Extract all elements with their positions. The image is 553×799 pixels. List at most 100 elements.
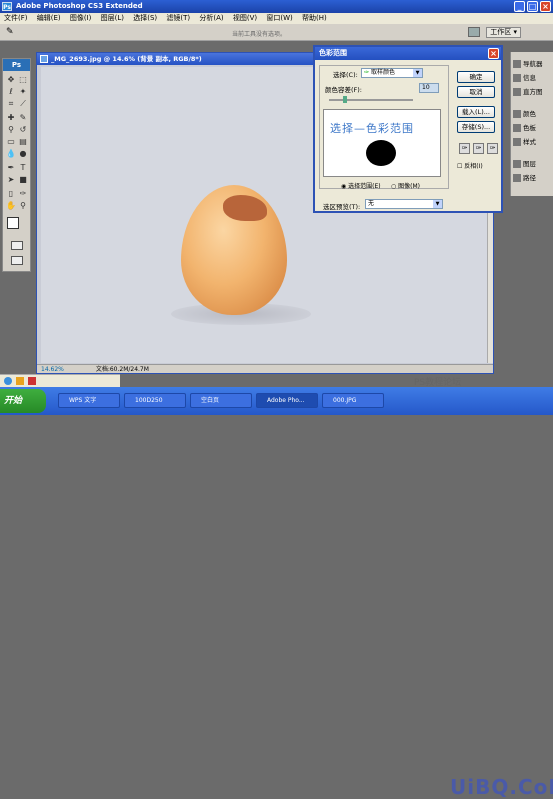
panel-layers[interactable]: 图层	[513, 158, 536, 168]
eraser-tool-icon[interactable]: ▭	[6, 137, 16, 147]
save-button[interactable]: 存储(S)...	[457, 121, 495, 133]
task-wps[interactable]: WPS 文字	[58, 393, 120, 408]
menu-analysis[interactable]: 分析(A)	[199, 14, 223, 22]
chevron-down-icon: ▼	[433, 200, 442, 208]
eyedropper-plus-icon[interactable]: ✑	[473, 143, 484, 154]
folder-icon[interactable]	[16, 377, 24, 385]
task-folder[interactable]: 100D250	[124, 393, 186, 408]
dialog-title: 色彩范围 ×	[315, 47, 501, 60]
menu-layer[interactable]: 图层(L)	[101, 14, 124, 22]
clone-stamp-tool-icon[interactable]: ⚲	[6, 125, 16, 135]
screen-mode-icon[interactable]	[11, 256, 23, 265]
menu-view[interactable]: 视图(V)	[233, 14, 257, 22]
panel-info[interactable]: 信息	[513, 72, 536, 82]
info-icon	[513, 74, 521, 82]
preview-overlay-text: 选择—色彩范围	[330, 122, 414, 135]
pen-tool-icon[interactable]: ✒	[6, 163, 16, 173]
workspace-button[interactable]: 工作区 ▾	[486, 27, 521, 38]
panel-paths[interactable]: 路径	[513, 172, 536, 182]
type-tool-icon[interactable]: T	[18, 163, 28, 173]
eyedropper-icon[interactable]: ✑	[459, 143, 470, 154]
selection-preview: 选择—色彩范围	[323, 109, 441, 177]
select-dropdown-value: 取样颜色	[370, 69, 395, 76]
move-tool-icon[interactable]: ✥	[6, 75, 16, 85]
start-button[interactable]: 开始	[0, 389, 46, 413]
ok-button[interactable]: 确定	[457, 71, 495, 83]
panel-swatches-label: 色板	[523, 124, 536, 132]
taskbar: 开始 WPS 文字 100D250 空白页 Adobe Pho... 000.J…	[0, 387, 553, 799]
menu-edit[interactable]: 编辑(E)	[37, 14, 61, 22]
selection-mask-shape	[366, 140, 396, 166]
maximize-button[interactable]: □	[527, 1, 538, 12]
title-bar: Ps Adobe Photoshop CS3 Extended _ □ ×	[0, 0, 553, 13]
shape-tool-icon[interactable]: ■	[18, 175, 28, 185]
panel-histogram[interactable]: 直方图	[513, 86, 543, 96]
crop-tool-icon[interactable]: ⌗	[6, 99, 16, 109]
panel-styles[interactable]: 样式	[513, 136, 536, 146]
paths-icon	[513, 174, 521, 182]
zoom-tool-icon[interactable]: ⚲	[18, 201, 28, 211]
brush-tool-icon[interactable]: ✎	[18, 113, 28, 123]
load-button[interactable]: 载入(L)...	[457, 106, 495, 118]
path-select-tool-icon[interactable]: ➤	[6, 175, 16, 185]
quick-mask-icon[interactable]	[11, 241, 23, 250]
lasso-tool-icon[interactable]: ℓ	[6, 87, 16, 97]
panel-dock: 导航器 信息 直方图 颜色 色板 样式 图层 路径	[510, 52, 553, 196]
hand-tool-icon[interactable]: ✋	[6, 201, 16, 211]
task-blank-page[interactable]: 空白页	[190, 393, 252, 408]
menu-window[interactable]: 窗口(W)	[266, 14, 292, 22]
history-brush-tool-icon[interactable]: ↺	[18, 125, 28, 135]
fuzziness-slider[interactable]	[329, 96, 413, 103]
marquee-tool-icon[interactable]: ⬚	[18, 75, 28, 85]
select-label: 选择(C):	[333, 71, 358, 79]
blur-tool-icon[interactable]: 💧	[6, 149, 16, 159]
invert-checkbox[interactable]: ☐ 反相(I)	[457, 161, 483, 170]
document-icon	[40, 55, 48, 63]
close-button[interactable]: ×	[540, 1, 551, 12]
dialog-close-button[interactable]: ×	[488, 48, 499, 59]
eyedropper-minus-icon[interactable]: ✑	[487, 143, 498, 154]
notes-tool-icon[interactable]: ▯	[6, 189, 16, 199]
select-dropdown[interactable]: ✑ 取样颜色 ▼	[361, 68, 423, 78]
task-photoshop[interactable]: Adobe Pho...	[256, 393, 318, 408]
styles-icon	[513, 138, 521, 146]
ie-icon[interactable]	[4, 377, 12, 385]
magic-wand-tool-icon[interactable]: ✦	[18, 87, 28, 97]
radio-selection[interactable]: ◉ 选择范围(E)	[341, 181, 381, 190]
radio-image[interactable]: ○ 图像(M)	[391, 181, 420, 190]
panel-swatches[interactable]: 色板	[513, 122, 536, 132]
panel-styles-label: 样式	[523, 138, 536, 146]
panel-navigator-label: 导航器	[523, 60, 543, 68]
histogram-icon	[513, 88, 521, 96]
menu-file[interactable]: 文件(F)	[4, 14, 28, 22]
zoom-level[interactable]: 14.62%	[41, 366, 64, 373]
menu-select[interactable]: 选择(S)	[133, 14, 157, 22]
healing-brush-tool-icon[interactable]: ✚	[6, 113, 16, 123]
minimize-button[interactable]: _	[514, 1, 525, 12]
menu-filter[interactable]: 滤镜(T)	[166, 14, 190, 22]
panel-paths-label: 路径	[523, 174, 536, 182]
task-image[interactable]: 000.JPG	[322, 393, 384, 408]
menu-image[interactable]: 图像(I)	[70, 14, 92, 22]
palette-well-icon[interactable]	[468, 27, 480, 37]
cancel-button[interactable]: 取消	[457, 86, 495, 98]
navigator-icon	[513, 60, 521, 68]
menu-bar: 文件(F) 编辑(E) 图像(I) 图层(L) 选择(S) 滤镜(T) 分析(A…	[0, 13, 553, 24]
menu-help[interactable]: 帮助(H)	[302, 14, 327, 22]
selection-preview-dropdown[interactable]: 无 ▼	[365, 199, 443, 209]
invert-label: 反相(I)	[464, 163, 483, 170]
panel-color[interactable]: 颜色	[513, 108, 536, 118]
dodge-tool-icon[interactable]: ●	[18, 149, 28, 159]
slice-tool-icon[interactable]: ⟋	[18, 99, 28, 109]
eyedropper-tool-icon[interactable]: ✑	[18, 189, 28, 199]
panel-navigator[interactable]: 导航器	[513, 58, 543, 68]
app-icon[interactable]	[28, 377, 36, 385]
start-label: 开始	[4, 396, 23, 406]
fuzziness-input[interactable]: 10	[419, 83, 439, 93]
doc-size: 文档:60.2M/24.7M	[95, 366, 149, 373]
foreground-color-swatch[interactable]	[7, 217, 19, 229]
eyedropper-tool-icon[interactable]: ✎	[6, 27, 14, 37]
slider-knob[interactable]	[343, 96, 347, 103]
gradient-tool-icon[interactable]: ▤	[18, 137, 28, 147]
options-hint: 当前工具没有选项。	[232, 31, 287, 38]
